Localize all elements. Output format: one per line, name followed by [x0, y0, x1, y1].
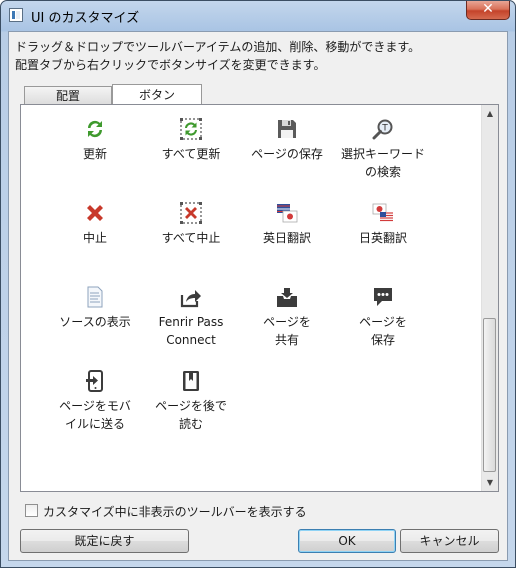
- palette-item-label: 日英翻訳: [358, 231, 407, 245]
- palette-item-refresh[interactable]: 更新: [45, 117, 145, 163]
- palette-item-refresh-all[interactable]: すべて更新: [141, 117, 241, 163]
- palette-item-stop[interactable]: 中止: [45, 201, 145, 247]
- magnifier-icon: T: [372, 119, 393, 140]
- translate-en-ja-icon: [277, 204, 298, 223]
- button-palette-panel: 更新 すべて更新 ページの保存 T 選択キーワード の検索 中止 すべて中止 英…: [20, 104, 499, 492]
- palette-item-label: Fenrir Pass: [158, 315, 224, 329]
- reset-default-button[interactable]: 既定に戻す: [20, 529, 189, 553]
- stop-icon: [87, 205, 103, 221]
- cancel-button[interactable]: キャンセル: [400, 529, 499, 553]
- palette-item-stop-all[interactable]: すべて中止: [141, 201, 241, 247]
- palette-item-translate-ja-en[interactable]: 日英翻訳: [333, 201, 433, 247]
- stop-all-icon: [180, 202, 202, 224]
- palette-item-label: ページをモバ: [59, 399, 131, 413]
- dialog-window: UI のカスタマイズ ✕ ドラッグ＆ドロップでツールバーアイテムの追加、削除、移…: [0, 0, 516, 568]
- palette-item-label: 中止: [82, 231, 107, 245]
- app-icon: [9, 8, 23, 22]
- tab-button[interactable]: ボタン: [112, 84, 202, 105]
- palette-item-translate-en-ja[interactable]: 英日翻訳: [237, 201, 337, 247]
- palette-item-read-later[interactable]: ページを後で 読む: [141, 369, 241, 433]
- palette-item-fenrir-pass[interactable]: Fenrir Pass Connect: [141, 285, 241, 349]
- palette-item-label-2: 読む: [178, 417, 203, 431]
- palette-item-label: ページの保存: [251, 147, 323, 161]
- ok-button[interactable]: OK: [298, 529, 396, 553]
- palette-item-save-page[interactable]: ページの保存: [237, 117, 337, 163]
- svg-text:T: T: [381, 124, 388, 134]
- palette-item-label: 選択キーワード: [340, 147, 425, 161]
- button-grid: 更新 すべて更新 ページの保存 T 選択キーワード の検索 中止 すべて中止 英…: [21, 105, 483, 491]
- palette-item-label-2: Connect: [166, 333, 216, 347]
- show-hidden-toolbars-checkbox[interactable]: [25, 504, 38, 517]
- send-to-mobile-icon: [86, 370, 103, 392]
- palette-item-search-keyword[interactable]: T 選択キーワード の検索: [333, 117, 433, 181]
- bookmark-book-icon: [183, 371, 199, 391]
- palette-item-label: すべて中止: [161, 231, 221, 245]
- palette-item-save-page-2[interactable]: ページを 保存: [333, 285, 433, 349]
- scrollbar-thumb[interactable]: [483, 318, 496, 472]
- speech-bubble-icon: [374, 288, 392, 306]
- inbox-share-icon: [277, 288, 297, 307]
- refresh-all-icon: [180, 118, 202, 140]
- palette-item-label: ページを: [359, 315, 407, 329]
- palette-item-label: ページを: [263, 315, 311, 329]
- vertical-scrollbar[interactable]: ▲ ▼: [481, 105, 498, 491]
- instructions-line-2: 配置タブから右クリックでボタンサイズを変更できます。: [15, 58, 326, 72]
- floppy-disk-icon: [278, 120, 296, 138]
- tab-haichi[interactable]: 配置: [24, 86, 112, 105]
- palette-item-share-page[interactable]: ページを 共有: [237, 285, 337, 349]
- palette-item-send-to-mobile[interactable]: ページをモバ イルに送る: [45, 369, 145, 433]
- palette-item-label-2: イルに送る: [64, 417, 125, 431]
- refresh-icon: [87, 120, 103, 138]
- source-document-icon: [87, 286, 103, 308]
- palette-item-label: ソースの表示: [59, 315, 131, 329]
- share-arrow-icon: [180, 290, 201, 308]
- palette-item-label: すべて更新: [161, 147, 221, 161]
- scroll-down-arrow[interactable]: ▼: [482, 474, 498, 491]
- palette-item-label-2: 保存: [370, 333, 395, 347]
- palette-item-label: 英日翻訳: [262, 231, 311, 245]
- window-title: UI のカスタマイズ: [31, 11, 140, 26]
- show-hidden-toolbars-label[interactable]: カスタマイズ中に非表示のツールバーを表示する: [43, 503, 307, 520]
- instructions: ドラッグ＆ドロップでツールバーアイテムの追加、削除、移動ができます。 配置タブか…: [15, 38, 420, 74]
- palette-item-label: 更新: [82, 147, 107, 161]
- scroll-up-arrow[interactable]: ▲: [482, 105, 498, 122]
- dialog-client: ドラッグ＆ドロップでツールバーアイテムの追加、削除、移動ができます。 配置タブか…: [8, 31, 508, 561]
- instructions-line-1: ドラッグ＆ドロップでツールバーアイテムの追加、削除、移動ができます。: [15, 40, 421, 54]
- palette-item-label-2: 共有: [274, 333, 299, 347]
- palette-item-label-2: の検索: [364, 165, 401, 179]
- palette-item-label: ページを後で: [155, 399, 227, 413]
- palette-item-view-source[interactable]: ソースの表示: [45, 285, 145, 331]
- close-button[interactable]: ✕: [466, 1, 510, 20]
- translate-ja-en-icon: [372, 203, 393, 222]
- title-bar[interactable]: UI のカスタマイズ: [1, 1, 515, 31]
